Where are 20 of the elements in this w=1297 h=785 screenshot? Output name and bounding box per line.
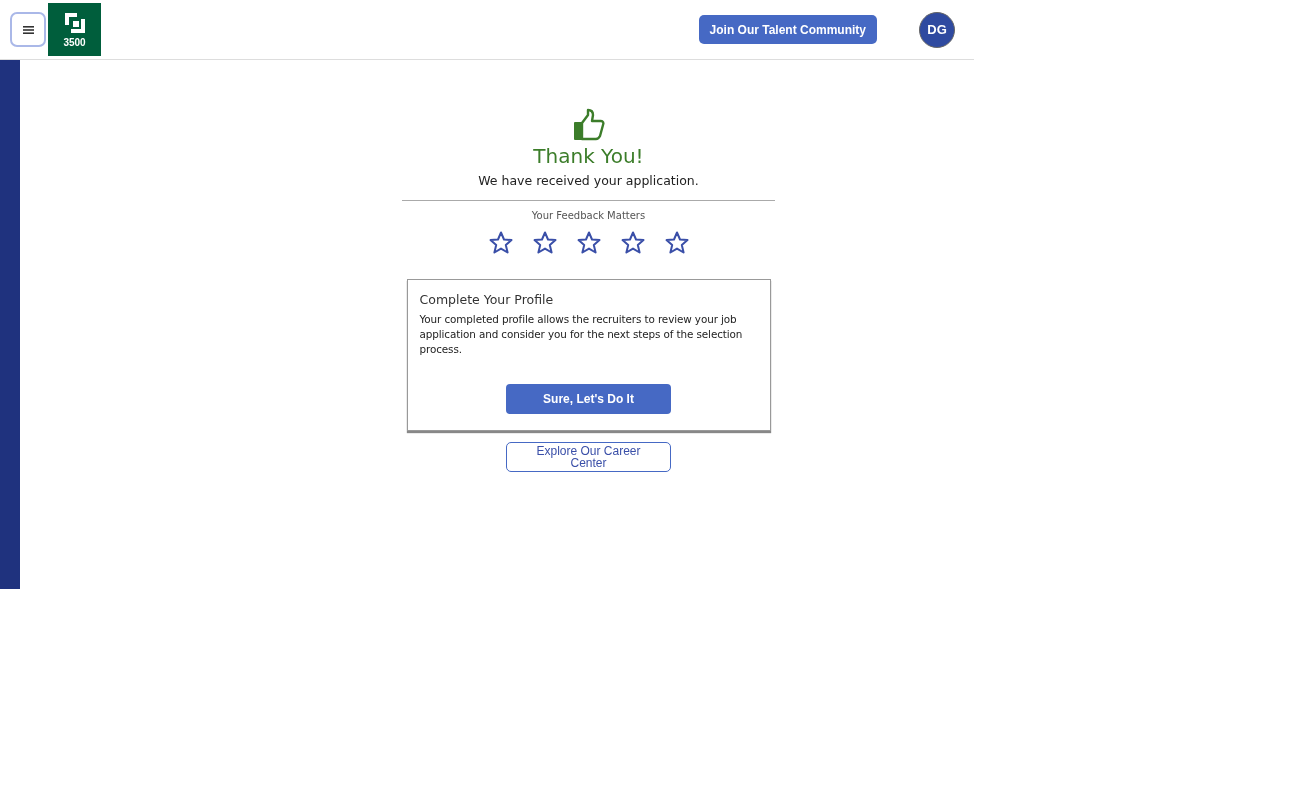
star-icon[interactable] bbox=[664, 231, 689, 254]
thank-you-title: Thank You! bbox=[533, 144, 644, 168]
menu-button[interactable] bbox=[10, 12, 46, 47]
feedback-label: Your Feedback Matters bbox=[531, 210, 646, 221]
star-icon[interactable] bbox=[576, 231, 601, 254]
user-avatar[interactable]: DG bbox=[919, 11, 955, 48]
thumbs-up-icon bbox=[571, 108, 606, 142]
card-title: Complete Your Profile bbox=[419, 292, 555, 307]
complete-profile-button[interactable]: Sure, Let's Do It bbox=[506, 384, 671, 414]
confirmation-message: We have received your application. bbox=[478, 173, 699, 188]
star-icon[interactable] bbox=[532, 231, 557, 254]
star-icon[interactable] bbox=[488, 231, 513, 254]
logo-icon bbox=[62, 11, 87, 35]
logo[interactable]: 3500 bbox=[48, 3, 101, 56]
menu-icon bbox=[22, 25, 34, 34]
logo-text: 3500 bbox=[63, 37, 86, 48]
career-center-button[interactable]: Explore Our Career Center bbox=[506, 442, 671, 472]
star-icon[interactable] bbox=[620, 231, 645, 254]
join-community-button[interactable]: Join Our Talent Community bbox=[698, 15, 877, 44]
card-text: Your completed profile allows the recruiters to review your job application and consider you for the next steps of the selection process. bbox=[419, 312, 744, 357]
